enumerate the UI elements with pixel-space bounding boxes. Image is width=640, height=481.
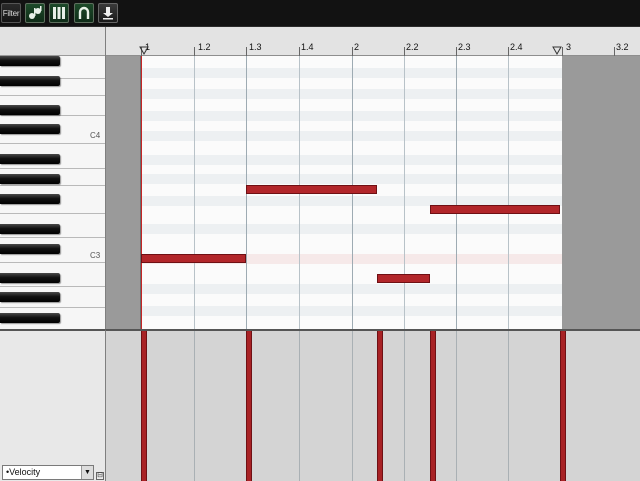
ruler-tick [508,47,509,56]
white-key-divider [0,307,105,308]
white-key-divider [0,262,105,263]
black-key[interactable] [0,224,60,234]
black-key[interactable] [0,244,60,254]
white-key-divider [0,143,105,144]
ruler-label: 2.2 [406,42,419,52]
bars-button[interactable] [49,3,69,23]
velocity-bar[interactable] [246,331,252,481]
out-of-range-left [106,56,141,329]
key-label-c4: C4 [90,131,101,140]
black-key[interactable] [0,174,60,184]
ruler-label: 1.2 [198,42,211,52]
velocity-bar[interactable] [377,331,383,481]
key-label-c3: C3 [90,251,101,260]
velocity-grid-line [404,331,405,481]
pitch-lane [106,224,640,234]
velocity-grid-line [508,331,509,481]
download-button[interactable] [98,3,118,23]
black-key[interactable] [0,105,60,115]
velocity-lane[interactable] [106,329,640,481]
velocity-grid-line [299,331,300,481]
collapse-lane-button[interactable]: ⊟ [96,472,104,480]
velocity-selector[interactable]: •Velocity ▼ [2,465,94,480]
black-key[interactable] [0,292,60,302]
black-key[interactable] [0,194,60,204]
pitch-lane [106,131,640,141]
midi-note[interactable] [430,205,560,214]
ruler-label: 2.3 [458,42,471,52]
velocity-bar[interactable] [430,331,436,481]
velocity-bar[interactable] [141,331,147,481]
loop-button[interactable] [74,3,94,23]
pitch-lane [106,68,640,78]
velocity-panel-sidebar [0,329,106,481]
filter-button[interactable]: Filter [1,3,21,23]
midi-note[interactable] [377,274,430,283]
loop-start-marker[interactable] [139,46,149,55]
beat-line [404,56,405,329]
velocity-grid-line [456,331,457,481]
ruler-tick [194,47,195,56]
pitch-lane [106,155,640,165]
note-grid[interactable] [106,56,640,329]
ruler-tick [562,47,563,56]
ruler-label: 2.4 [510,42,523,52]
velocity-grid-line [352,331,353,481]
ruler-label: 1.4 [301,42,314,52]
ruler-tick [299,47,300,56]
velocity-bar[interactable] [560,331,566,481]
white-key-divider [0,115,105,116]
black-key[interactable] [0,56,60,66]
beat-line [194,56,195,329]
white-key-divider [0,95,105,96]
filter-label: Filter [2,8,20,18]
out-of-range-right [562,56,640,329]
playhead[interactable] [141,56,142,329]
white-key-divider [0,286,105,287]
white-key-divider [0,185,105,186]
pitch-lane [106,306,640,316]
black-key[interactable] [0,273,60,283]
ruler-tick [352,47,353,56]
black-key[interactable] [0,154,60,164]
beat-line [456,56,457,329]
loop-icon [78,6,90,19]
white-key-divider [0,168,105,169]
black-key[interactable] [0,76,60,86]
pitch-lane [106,174,640,184]
ruler-tick [456,47,457,56]
piano-keyboard: C4 C3 [0,27,106,329]
white-key-divider [0,237,105,238]
black-key[interactable] [0,124,60,134]
ruler-tick [404,47,405,56]
ruler-label: 3 [566,42,572,52]
ruler-tick [614,47,615,56]
velocity-grid-line [194,331,195,481]
keyboard-header [0,27,105,56]
toolbar: Filter [0,0,640,27]
white-key-divider [0,213,105,214]
midi-note[interactable] [141,254,246,263]
download-icon [103,7,113,20]
chevron-down-icon: ▼ [81,466,93,479]
ruler-label: 1.3 [249,42,262,52]
pitch-lane [106,111,640,121]
loop-end-marker[interactable] [552,46,562,55]
black-key[interactable] [0,313,60,323]
timeline-ruler[interactable]: 1 1.2 1.3 1.4 2 2.2 2.3 2.4 3 3.2 [106,27,640,56]
pitch-lane [106,284,640,294]
bars-icon [53,7,65,19]
beat-line [508,56,509,329]
ruler-label: 3.2 [616,42,629,52]
notes-button[interactable] [25,3,45,23]
midi-note[interactable] [246,185,377,194]
velocity-selector-value: •Velocity [6,467,41,477]
ruler-tick [246,47,247,56]
pitch-lane [106,89,640,99]
ruler-label: 2 [354,42,360,52]
notes-icon [29,6,42,19]
